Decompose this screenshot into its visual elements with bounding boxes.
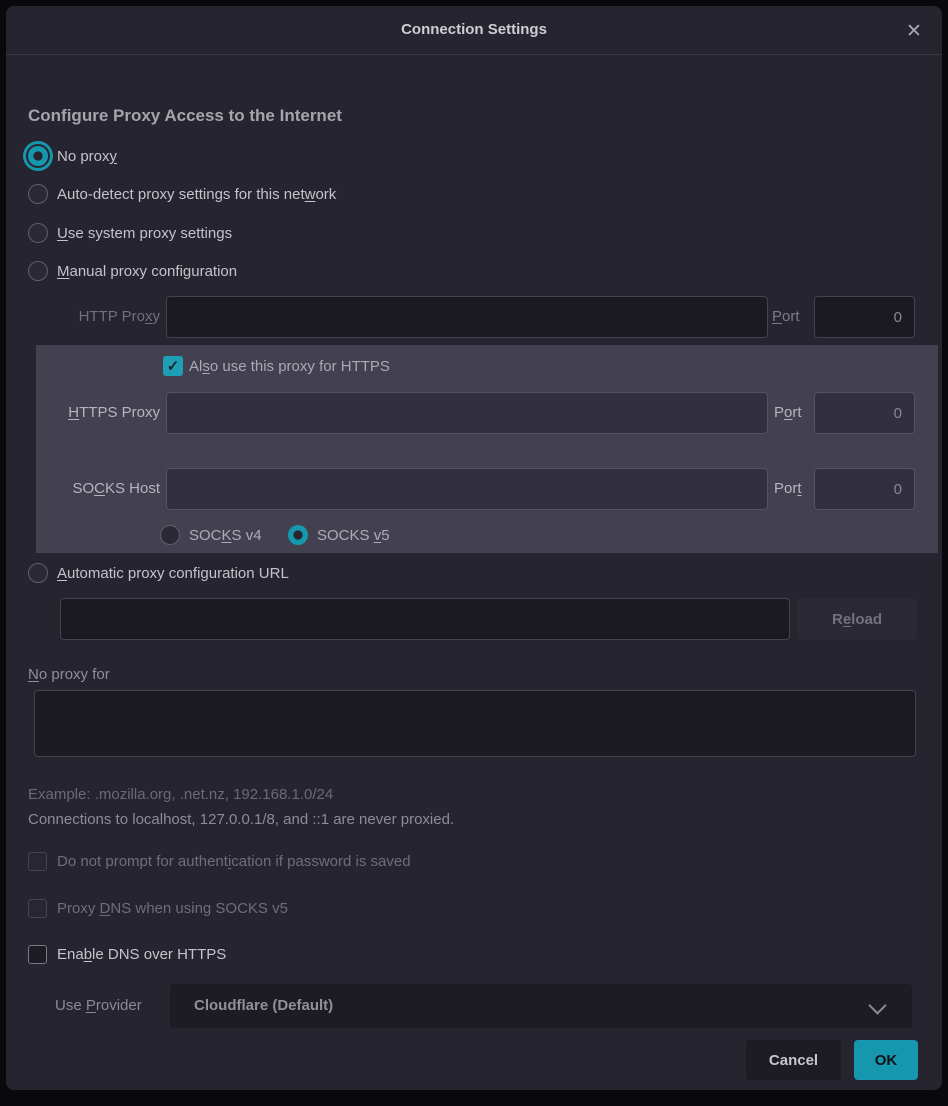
https-port-input[interactable]	[814, 392, 915, 434]
radio-manual-proxy[interactable]: Manual proxy configuration	[28, 261, 237, 281]
no-proxy-for-textarea[interactable]	[34, 690, 916, 757]
radio-label: Manual proxy configuration	[57, 263, 237, 280]
dialog-title: Connection Settings	[6, 6, 942, 54]
socks-port-label: Port	[774, 468, 802, 510]
doh-provider-value: Cloudflare (Default)	[170, 984, 912, 1028]
also-https-checkbox-row[interactable]: Also use this proxy for HTTPS	[163, 356, 390, 376]
no-proxy-note-text: Connections to localhost, 127.0.0.1/8, a…	[28, 811, 454, 828]
https-proxy-input[interactable]	[166, 392, 768, 434]
http-port-input[interactable]	[814, 296, 915, 338]
checkbox-icon[interactable]	[28, 945, 47, 964]
radio-icon[interactable]	[28, 223, 48, 243]
http-proxy-input[interactable]	[166, 296, 768, 338]
reload-button[interactable]: Reload	[797, 598, 917, 640]
checkbox-label: Do not prompt for authentication if pass…	[57, 853, 411, 870]
radio-auto-detect[interactable]: Auto-detect proxy settings for this netw…	[28, 184, 336, 204]
radio-icon[interactable]	[288, 525, 308, 545]
radio-label: Automatic proxy configuration URL	[57, 565, 289, 582]
radio-icon[interactable]	[28, 184, 48, 204]
radio-icon[interactable]	[28, 563, 48, 583]
http-proxy-label: HTTP Proxy	[6, 296, 160, 338]
radio-socks-v5[interactable]: SOCKS v5	[288, 525, 390, 545]
checkbox-icon[interactable]	[28, 852, 47, 871]
radio-label: SOCKS v4	[189, 527, 262, 544]
dialog-titlebar: Connection Settings ✕	[6, 6, 942, 55]
radio-no-proxy[interactable]: No proxy	[28, 146, 117, 166]
radio-label: No proxy	[57, 148, 117, 165]
radio-auto-config-url[interactable]: Automatic proxy configuration URL	[28, 563, 289, 583]
https-proxy-label: HTTPS Proxy	[36, 392, 160, 434]
radio-label: Auto-detect proxy settings for this netw…	[57, 186, 336, 203]
connection-settings-dialog: Connection Settings ✕ Configure Proxy Ac…	[6, 6, 942, 1090]
no-proxy-example-text: Example: .mozilla.org, .net.nz, 192.168.…	[28, 786, 333, 803]
socks-port-input[interactable]	[814, 468, 915, 510]
radio-use-system[interactable]: Use system proxy settings	[28, 223, 232, 243]
radio-label: Use system proxy settings	[57, 225, 232, 242]
checkbox-icon[interactable]	[28, 899, 47, 918]
https-port-label: Port	[774, 392, 802, 434]
radio-label: SOCKS v5	[317, 527, 390, 544]
socks-host-input[interactable]	[166, 468, 768, 510]
ok-button[interactable]: OK	[854, 1040, 918, 1080]
checkbox-label: Proxy DNS when using SOCKS v5	[57, 900, 288, 917]
https-socks-highlight-band: Also use this proxy for HTTPS HTTPS Prox…	[36, 345, 938, 553]
checkbox-no-auth-prompt[interactable]: Do not prompt for authentication if pass…	[28, 852, 411, 871]
checkbox-proxy-dns-socks5[interactable]: Proxy DNS when using SOCKS v5	[28, 899, 288, 918]
radio-icon[interactable]	[160, 525, 180, 545]
cancel-button[interactable]: Cancel	[746, 1040, 841, 1080]
checkbox-label: Enable DNS over HTTPS	[57, 946, 226, 963]
page-title: Configure Proxy Access to the Internet	[28, 106, 342, 126]
doh-provider-select[interactable]: Cloudflare (Default)	[170, 984, 912, 1028]
checkbox-checked-icon[interactable]	[163, 356, 183, 376]
socks-host-label: SOCKS Host	[36, 468, 160, 510]
radio-socks-v4[interactable]: SOCKS v4	[160, 525, 262, 545]
checkbox-enable-doh[interactable]: Enable DNS over HTTPS	[28, 945, 226, 964]
radio-icon[interactable]	[28, 146, 48, 166]
checkbox-label: Also use this proxy for HTTPS	[189, 358, 390, 375]
auto-config-url-input[interactable]	[60, 598, 790, 640]
http-port-label: Port	[772, 296, 800, 338]
use-provider-label: Use Provider	[55, 984, 142, 1028]
radio-icon[interactable]	[28, 261, 48, 281]
no-proxy-for-label: No proxy for	[28, 666, 110, 683]
close-icon[interactable]: ✕	[900, 17, 928, 45]
